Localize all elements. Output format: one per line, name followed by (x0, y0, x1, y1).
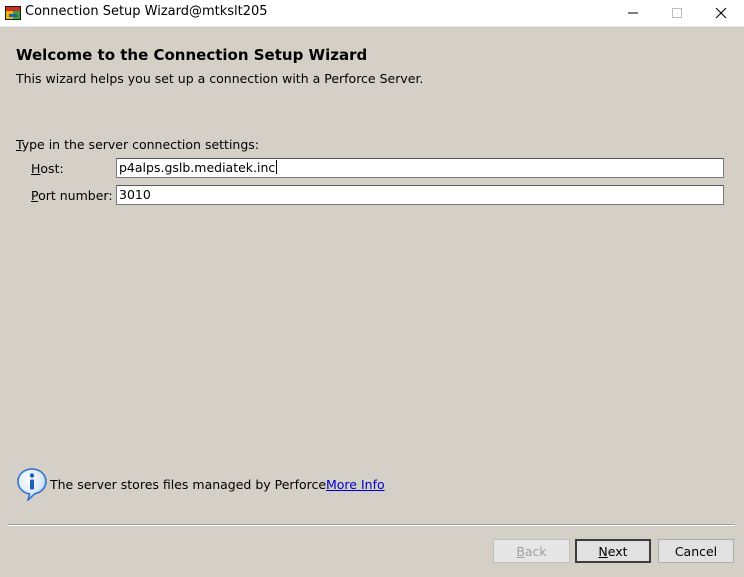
label-text: ost: (40, 161, 64, 176)
info-icon (17, 468, 47, 501)
title-bar: Connection Setup Wizard@mtkslt205 (0, 0, 744, 27)
port-number-input[interactable]: 3010 (116, 185, 724, 205)
info-text: The server stores files managed by Perfo… (50, 477, 331, 492)
window-title: Connection Setup Wizard@mtkslt205 (25, 4, 268, 19)
text-caret (276, 160, 278, 174)
label-text: ort number: (38, 188, 113, 203)
maximize-button[interactable] (654, 0, 700, 26)
minimize-icon (628, 12, 638, 14)
back-button[interactable]: Back (493, 539, 570, 563)
button-text: ext (607, 543, 628, 559)
mnemonic: B (516, 543, 525, 559)
port-value: 3010 (119, 187, 151, 202)
perforce-app-icon (5, 6, 21, 20)
wizard-subtitle: This wizard helps you set up a connectio… (16, 71, 424, 86)
close-icon (715, 7, 727, 19)
mnemonic: H (31, 161, 41, 176)
host-input[interactable]: p4alps.gslb.mediatek.inc (116, 158, 724, 178)
host-value: p4alps.gslb.mediatek.inc (119, 160, 276, 175)
close-button[interactable] (698, 0, 744, 26)
host-label: Host: (31, 161, 64, 176)
button-text: ack (524, 543, 547, 559)
port-number-label: Port number: (31, 188, 113, 203)
separator (8, 524, 735, 526)
minimize-button[interactable] (610, 0, 656, 26)
wizard-heading: Welcome to the Connection Setup Wizard (16, 46, 368, 64)
maximize-icon (672, 8, 682, 18)
more-info-link[interactable]: More Info (326, 477, 385, 492)
label-text: ype in the server connection settings: (21, 137, 260, 152)
connection-settings-label: Type in the server connection settings: (16, 137, 259, 152)
next-button[interactable]: Next (575, 539, 651, 563)
mnemonic: N (598, 543, 608, 559)
cancel-button[interactable]: Cancel (658, 539, 734, 563)
wizard-content: Welcome to the Connection Setup Wizard T… (0, 27, 744, 577)
